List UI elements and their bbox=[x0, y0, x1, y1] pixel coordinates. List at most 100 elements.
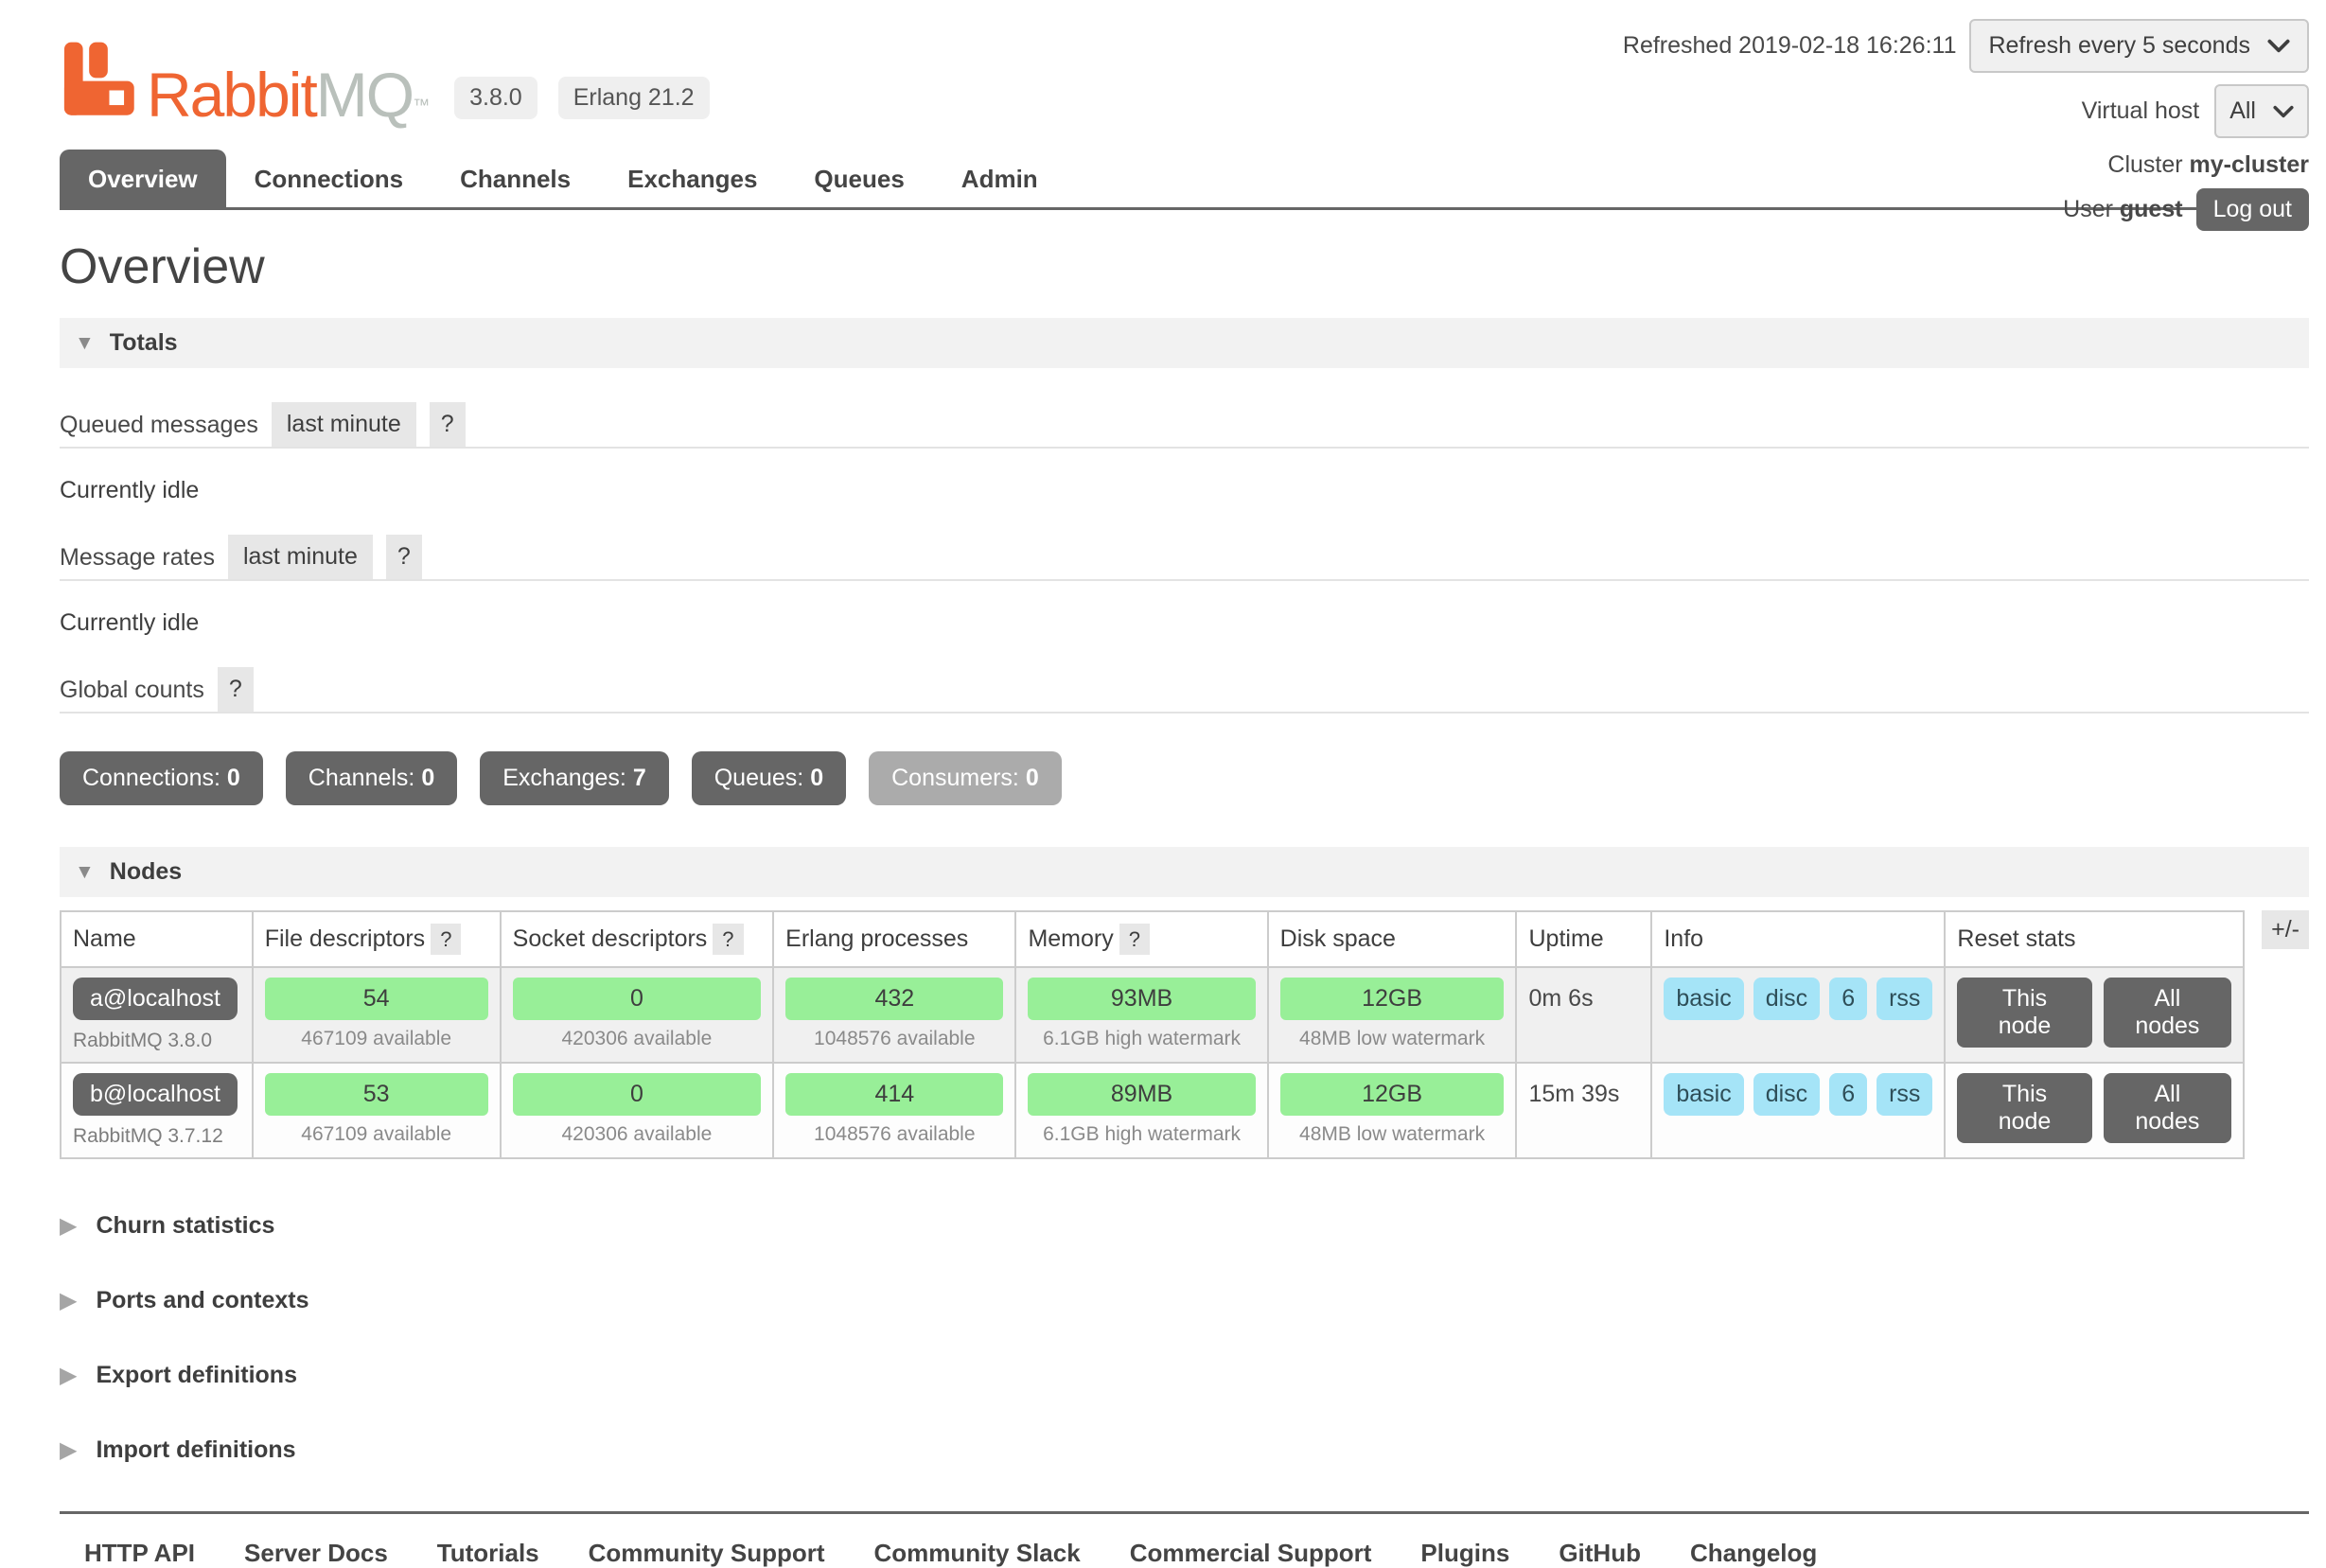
disk-cell: 12GB48MB low watermark bbox=[1268, 967, 1517, 1063]
refreshed-timestamp: Refreshed 2019-02-18 16:26:11 bbox=[1623, 32, 1957, 60]
footer-link-changelog[interactable]: Changelog bbox=[1690, 1539, 1817, 1568]
channels-count-badge[interactable]: Channels: 0 bbox=[286, 751, 457, 805]
reset-all-nodes-button[interactable]: All nodes bbox=[2104, 1073, 2232, 1143]
node-name-cell: a@localhost RabbitMQ 3.8.0 bbox=[61, 967, 253, 1063]
memory-cell: 89MB6.1GB high watermark bbox=[1015, 1063, 1267, 1158]
section-label: Export definitions bbox=[96, 1362, 297, 1389]
stat-value: 0 bbox=[421, 765, 434, 791]
col-memory: Memory? bbox=[1015, 911, 1267, 967]
help-badge[interactable]: ? bbox=[713, 924, 743, 955]
info-badge-cores: 6 bbox=[1829, 1073, 1867, 1116]
connections-count-badge[interactable]: Connections: 0 bbox=[60, 751, 263, 805]
col-erlang-processes: Erlang processes bbox=[773, 911, 1015, 967]
global-counts-row: Global counts ? bbox=[60, 661, 2309, 714]
footer-link-http-api[interactable]: HTTP API bbox=[84, 1539, 195, 1568]
stat-value: 0 bbox=[1026, 765, 1039, 791]
col-name: Name bbox=[61, 911, 253, 967]
column-toggle-button[interactable]: +/- bbox=[2262, 910, 2309, 949]
node-name-badge[interactable]: a@localhost bbox=[73, 978, 238, 1020]
stat-label: Queues: bbox=[714, 765, 804, 791]
tab-connections[interactable]: Connections bbox=[226, 150, 432, 207]
help-badge[interactable]: ? bbox=[386, 535, 422, 579]
footer-link-github[interactable]: GitHub bbox=[1559, 1539, 1641, 1568]
broker-version-badge: 3.8.0 bbox=[454, 77, 537, 119]
user-name: guest bbox=[2120, 196, 2183, 222]
queued-messages-row: Queued messages last minute ? bbox=[60, 378, 2309, 449]
node-row-a: a@localhost RabbitMQ 3.8.0 54467109 avai… bbox=[61, 967, 2244, 1063]
rates-idle-text: Currently idle bbox=[60, 609, 2309, 637]
reset-this-node-button[interactable]: This node bbox=[1957, 978, 2091, 1048]
tab-exchanges[interactable]: Exchanges bbox=[599, 150, 785, 207]
section-churn-statistics[interactable]: ▶ Churn statistics bbox=[60, 1212, 2309, 1240]
reset-all-nodes-button[interactable]: All nodes bbox=[2104, 978, 2232, 1048]
stat-label: Consumers: bbox=[891, 765, 1019, 791]
nodes-section-title: Nodes bbox=[110, 858, 182, 886]
message-rates-row: Message rates last minute ? bbox=[60, 529, 2309, 581]
message-rates-label: Message rates bbox=[60, 544, 215, 579]
stat-label: Channels: bbox=[308, 765, 415, 791]
section-label: Import definitions bbox=[96, 1436, 295, 1464]
reset-this-node-button[interactable]: This node bbox=[1957, 1073, 2091, 1143]
tab-channels[interactable]: Channels bbox=[432, 150, 599, 207]
section-export-definitions[interactable]: ▶ Export definitions bbox=[60, 1362, 2309, 1389]
nodes-section-header[interactable]: ▼ Nodes bbox=[60, 847, 2309, 897]
global-counts-badges: Connections: 0 Channels: 0 Exchanges: 7 … bbox=[60, 751, 2309, 805]
help-badge[interactable]: ? bbox=[218, 667, 254, 712]
exchanges-count-badge[interactable]: Exchanges: 7 bbox=[480, 751, 669, 805]
col-info: Info bbox=[1651, 911, 1945, 967]
help-badge[interactable]: ? bbox=[430, 402, 466, 447]
triangle-right-icon: ▶ bbox=[60, 1287, 77, 1314]
tab-overview[interactable]: Overview bbox=[60, 150, 226, 207]
section-label: Ports and contexts bbox=[96, 1287, 308, 1314]
info-badge-disc: disc bbox=[1753, 1073, 1820, 1116]
totals-section-header[interactable]: ▼ Totals bbox=[60, 318, 2309, 368]
footer-link-tutorials[interactable]: Tutorials bbox=[437, 1539, 539, 1568]
logout-button[interactable]: Log out bbox=[2196, 188, 2309, 231]
virtual-host-value: All bbox=[2229, 97, 2256, 125]
help-badge[interactable]: ? bbox=[431, 924, 461, 955]
rates-range-tab[interactable]: last minute bbox=[228, 535, 373, 579]
reset-stats-cell: This node All nodes bbox=[1945, 1063, 2244, 1158]
col-socket-descriptors: Socket descriptors? bbox=[501, 911, 773, 967]
footer-link-server-docs[interactable]: Server Docs bbox=[244, 1539, 388, 1568]
footer-link-community-slack[interactable]: Community Slack bbox=[874, 1539, 1081, 1568]
queues-count-badge[interactable]: Queues: 0 bbox=[692, 751, 846, 805]
cluster-name: my-cluster bbox=[2190, 151, 2309, 178]
col-uptime: Uptime bbox=[1516, 911, 1651, 967]
virtual-host-label: Virtual host bbox=[2082, 97, 2200, 125]
col-file-descriptors: File descriptors? bbox=[253, 911, 501, 967]
help-badge[interactable]: ? bbox=[1119, 924, 1150, 955]
info-cell: basic disc 6 rss bbox=[1651, 1063, 1945, 1158]
queued-range-tab[interactable]: last minute bbox=[272, 402, 416, 447]
user-info: User guest bbox=[2063, 196, 2182, 223]
header: RabbitMQ™ 3.8.0 Erlang 21.2 Refreshed 20… bbox=[60, 0, 2309, 210]
node-name-badge[interactable]: b@localhost bbox=[73, 1073, 238, 1116]
col-reset-stats: Reset stats bbox=[1945, 911, 2244, 967]
cluster-label: Cluster bbox=[2107, 151, 2182, 178]
footer: HTTP API Server Docs Tutorials Community… bbox=[60, 1511, 2309, 1568]
col-disk-space: Disk space bbox=[1268, 911, 1517, 967]
virtual-host-select[interactable]: All bbox=[2214, 84, 2309, 138]
tab-admin[interactable]: Admin bbox=[933, 150, 1066, 207]
section-ports-and-contexts[interactable]: ▶ Ports and contexts bbox=[60, 1287, 2309, 1314]
info-badge-basic: basic bbox=[1664, 978, 1743, 1020]
rabbitmq-wordmark: RabbitMQ™ bbox=[147, 65, 428, 125]
stat-value: 0 bbox=[227, 765, 240, 791]
nodes-header-row: Name File descriptors? Socket descriptor… bbox=[61, 911, 2244, 967]
refresh-interval-select[interactable]: Refresh every 5 seconds bbox=[1969, 19, 2309, 73]
tab-queues[interactable]: Queues bbox=[785, 150, 932, 207]
triangle-down-icon: ▼ bbox=[75, 332, 95, 355]
footer-link-commercial-support[interactable]: Commercial Support bbox=[1130, 1539, 1372, 1568]
footer-link-community-support[interactable]: Community Support bbox=[589, 1539, 825, 1568]
memory-cell: 93MB6.1GB high watermark bbox=[1015, 967, 1267, 1063]
triangle-down-icon: ▼ bbox=[75, 861, 95, 884]
info-badge-disc: disc bbox=[1753, 978, 1820, 1020]
stat-value: 7 bbox=[633, 765, 646, 791]
footer-link-plugins[interactable]: Plugins bbox=[1420, 1539, 1509, 1568]
section-import-definitions[interactable]: ▶ Import definitions bbox=[60, 1436, 2309, 1464]
info-badge-basic: basic bbox=[1664, 1073, 1743, 1116]
reset-stats-cell: This node All nodes bbox=[1945, 967, 2244, 1063]
queued-messages-label: Queued messages bbox=[60, 412, 258, 447]
rabbitmq-logo[interactable]: RabbitMQ™ bbox=[60, 41, 428, 125]
info-badge-rss: rss bbox=[1877, 1073, 1932, 1116]
